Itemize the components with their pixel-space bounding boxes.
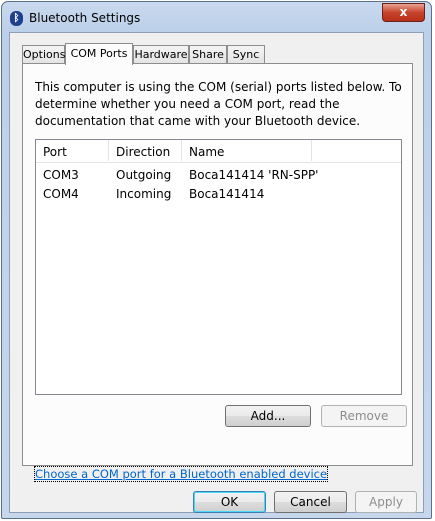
remove-button[interactable]: Remove — [321, 405, 407, 427]
com-ports-list[interactable]: Port Direction Name COM3 Outgoing Boca14… — [35, 139, 402, 395]
add-button[interactable]: Add... — [225, 405, 311, 427]
column-divider[interactable] — [311, 140, 312, 161]
column-divider[interactable] — [108, 140, 109, 161]
column-divider[interactable] — [181, 140, 182, 161]
column-header-name[interactable]: Name — [189, 145, 224, 159]
port-cell: COM4 — [43, 187, 79, 201]
table-row[interactable]: COM3 Outgoing Boca141414 'RN-SPP' — [36, 166, 401, 185]
list-header: Port Direction Name — [36, 140, 401, 163]
tab-hardware[interactable]: Hardware — [133, 45, 189, 64]
tab-sync[interactable]: Sync — [227, 45, 265, 64]
dialog-body: Options COM Ports Hardware Share Sync Th… — [9, 32, 424, 513]
window-title: Bluetooth Settings — [29, 11, 141, 25]
column-header-port[interactable]: Port — [43, 145, 67, 159]
table-row[interactable]: COM4 Incoming Boca141414 — [36, 185, 401, 204]
choose-com-port-link[interactable]: Choose a COM port for a Bluetooth enable… — [33, 466, 329, 482]
name-cell: Boca141414 'RN-SPP' — [189, 168, 319, 182]
bluetooth-settings-window: ᛒ Bluetooth Settings x Options COM Ports… — [1, 1, 432, 519]
tab-options[interactable]: Options — [22, 45, 65, 64]
cancel-button[interactable]: Cancel — [274, 491, 347, 513]
title-bar[interactable]: ᛒ Bluetooth Settings x — [2, 2, 431, 32]
description-text: This computer is using the COM (serial) … — [35, 80, 402, 128]
ok-button[interactable]: OK — [193, 491, 266, 513]
port-cell: COM3 — [43, 168, 79, 182]
direction-cell: Incoming — [116, 187, 172, 201]
com-ports-panel: This computer is using the COM (serial) … — [22, 63, 413, 466]
apply-button[interactable]: Apply — [355, 491, 417, 513]
tab-com-ports[interactable]: COM Ports — [65, 43, 133, 65]
direction-cell: Outgoing — [116, 168, 172, 182]
bluetooth-icon: ᛒ — [10, 11, 23, 26]
tab-share[interactable]: Share — [189, 45, 227, 64]
close-button[interactable]: x — [382, 3, 425, 22]
name-cell: Boca141414 — [189, 187, 265, 201]
column-header-direction[interactable]: Direction — [116, 145, 170, 159]
